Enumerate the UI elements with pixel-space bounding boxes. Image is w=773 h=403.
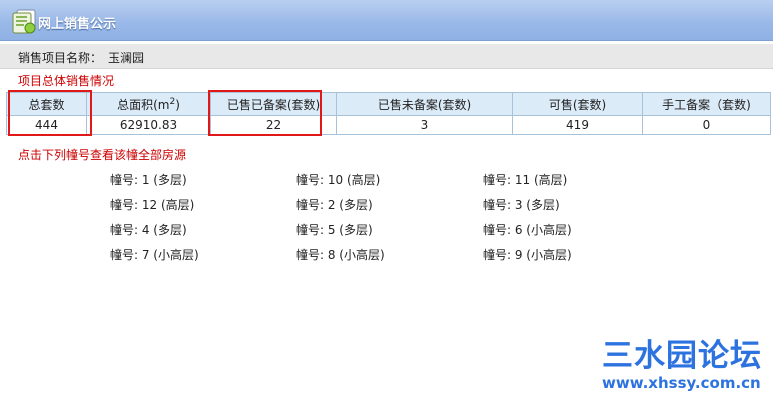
highlight-box-total-units <box>8 90 92 136</box>
building-link-3[interactable]: 幢号: 3 (多层) <box>483 196 560 213</box>
highlight-box-sold-registered <box>208 90 322 136</box>
header-total-area: 总面积(m2) <box>86 92 211 116</box>
header-total-area-text: 总面积(m <box>117 97 170 112</box>
project-name-label: 销售项目名称： 玉澜园 <box>18 49 144 66</box>
value-sold-unregistered: 3 <box>336 115 513 135</box>
app-header: 网上销售公示 <box>0 0 773 41</box>
project-name-value: 玉澜园 <box>108 51 145 65</box>
building-click-hint: 点击下列幢号查看该幢全部房源 <box>18 148 187 162</box>
summary-header-row: 总套数 总面积(m2) 已售已备案(套数) 已售未备案(套数) 可售(套数) 手… <box>6 92 771 116</box>
building-link-11[interactable]: 幢号: 11 (高层) <box>483 171 567 188</box>
header-available: 可售(套数) <box>512 92 643 116</box>
watermark-title: 三水园论坛 <box>602 338 762 374</box>
building-link-2[interactable]: 幢号: 2 (多层) <box>296 196 373 213</box>
project-name-row: 销售项目名称： 玉澜园 <box>0 44 773 69</box>
watermark-url: www.xhssy.com.cn <box>602 374 761 392</box>
sales-summary-table: 总套数 总面积(m2) 已售已备案(套数) 已售未备案(套数) 可售(套数) 手… <box>6 92 771 135</box>
building-link-4[interactable]: 幢号: 4 (多层) <box>110 221 187 238</box>
value-total-area: 62910.83 <box>86 115 211 135</box>
value-manual-registered: 0 <box>642 115 771 135</box>
building-link-5[interactable]: 幢号: 5 (多层) <box>296 221 373 238</box>
building-link-9[interactable]: 幢号: 9 (小高层) <box>483 246 572 263</box>
project-label-text: 销售项目名称： <box>18 51 103 65</box>
notebook-icon <box>12 9 36 34</box>
building-link-12[interactable]: 幢号: 12 (高层) <box>110 196 194 213</box>
value-available: 419 <box>512 115 643 135</box>
building-link-1[interactable]: 幢号: 1 (多层) <box>110 171 187 188</box>
header-sold-unregistered: 已售未备案(套数) <box>336 92 513 116</box>
building-link-8[interactable]: 幢号: 8 (小高层) <box>296 246 385 263</box>
forum-watermark: 三水园论坛 www.xhssy.com.cn <box>596 330 768 398</box>
area-unit-close: ) <box>175 97 180 112</box>
header-title: 网上销售公示 <box>38 17 117 32</box>
building-link-6[interactable]: 幢号: 6 (小高层) <box>483 221 572 238</box>
header-manual-registered: 手工备案（套数) <box>642 92 771 116</box>
building-link-10[interactable]: 幢号: 10 (高层) <box>296 171 380 188</box>
building-link-7[interactable]: 幢号: 7 (小高层) <box>110 246 199 263</box>
section-title: 项目总体销售情况 <box>18 74 115 88</box>
summary-value-row: 444 62910.83 22 3 419 0 <box>6 115 771 135</box>
